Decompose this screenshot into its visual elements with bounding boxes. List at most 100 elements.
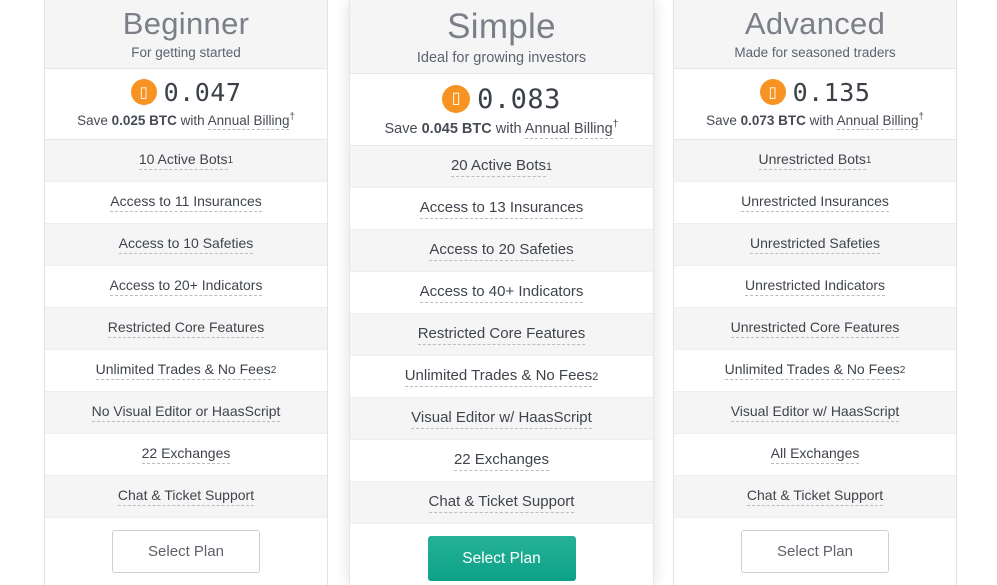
feature-row[interactable]: Unlimited Trades & No Fees 2 (674, 350, 956, 392)
select-plan-button-advanced[interactable]: Select Plan (741, 530, 889, 573)
feature-row[interactable]: Unrestricted Core Features (674, 308, 956, 350)
annual-billing-link[interactable]: Annual Billing (836, 113, 919, 130)
feature-row[interactable]: Unlimited Trades & No Fees 2 (350, 356, 653, 398)
price-block-advanced: ▯ 0.135 Save 0.073 BTC with Annual Billi… (674, 69, 956, 140)
feature-row[interactable]: Unrestricted Insurances (674, 182, 956, 224)
bitcoin-icon: ▯ (130, 79, 157, 105)
price-block-simple: ▯ 0.083 Save 0.045 BTC with Annual Billi… (350, 74, 653, 146)
pricing-table: Beginner For getting started ▯ 0.047 Sav… (0, 0, 997, 585)
feature-label: 20 Active Bots (450, 157, 547, 177)
plan-card-beginner[interactable]: Beginner For getting started ▯ 0.047 Sav… (44, 0, 328, 585)
plan-header-simple: Simple Ideal for growing investors (350, 0, 653, 74)
plan-title: Beginner (122, 6, 250, 41)
save-middle: with (805, 113, 837, 128)
feature-row[interactable]: Chat & Ticket Support (674, 476, 956, 518)
price-line: ▯ 0.083 (350, 85, 653, 113)
dagger-marker: † (612, 119, 619, 131)
feature-label: 10 Active Bots (138, 151, 228, 170)
plan-card-simple[interactable]: Simple Ideal for growing investors ▯ 0.0… (349, 0, 654, 585)
feature-row[interactable]: 20 Active Bots 1 (350, 146, 653, 188)
feature-label: Chat & Ticket Support (428, 493, 575, 513)
feature-label: Unrestricted Bots (758, 151, 866, 170)
save-amount: 0.045 BTC (421, 121, 492, 137)
feature-row[interactable]: Access to 10 Safeties (45, 224, 327, 266)
feature-row[interactable]: Access to 40+ Indicators (350, 272, 653, 314)
dagger-marker: † (289, 111, 295, 123)
feature-row[interactable]: 22 Exchanges (45, 434, 327, 476)
feature-row[interactable]: Restricted Core Features (45, 308, 327, 350)
feature-label: Unrestricted Indicators (744, 277, 886, 296)
feature-row[interactable]: No Visual Editor or HaasScript (45, 392, 327, 434)
price-line: ▯ 0.135 (674, 79, 956, 105)
plan-card-advanced[interactable]: Advanced Made for seasoned traders ▯ 0.1… (673, 0, 957, 585)
feature-row[interactable]: Access to 20 Safeties (350, 230, 653, 272)
feature-row[interactable]: Visual Editor w/ HaasScript (350, 398, 653, 440)
feature-row[interactable]: Visual Editor w/ HaasScript (674, 392, 956, 434)
plan-title: Simple (447, 7, 556, 46)
feature-label: Access to 20+ Indicators (109, 277, 263, 296)
feature-row[interactable]: Unlimited Trades & No Fees 2 (45, 350, 327, 392)
plan-header-advanced: Advanced Made for seasoned traders (674, 0, 956, 69)
annual-billing-note: Save 0.073 BTC with Annual Billing† (674, 111, 956, 130)
price-value: 0.083 (477, 83, 561, 115)
feature-label: Unrestricted Insurances (741, 193, 889, 212)
feature-label: 22 Exchanges (453, 451, 550, 471)
feature-label: Visual Editor w/ HaasScript (411, 409, 592, 429)
feature-label: No Visual Editor or HaasScript (91, 403, 281, 422)
feature-label: Chat & Ticket Support (117, 487, 255, 506)
plan-subtitle: For getting started (131, 45, 241, 60)
feature-label: Unrestricted Safeties (750, 235, 880, 254)
save-amount: 0.025 BTC (111, 113, 177, 128)
feature-label: Access to 13 Insurances (419, 199, 584, 219)
select-plan-button-simple[interactable]: Select Plan (427, 536, 576, 581)
feature-label: Chat & Ticket Support (746, 487, 884, 506)
feature-row[interactable]: 10 Active Bots 1 (45, 140, 327, 182)
price-value: 0.135 (792, 77, 871, 107)
feature-row[interactable]: Access to 11 Insurances (45, 182, 327, 224)
plan-footer-simple: Select Plan (350, 524, 653, 585)
feature-label: All Exchanges (770, 445, 860, 464)
dagger-marker: † (918, 111, 924, 123)
feature-label: 22 Exchanges (141, 445, 231, 464)
plan-subtitle: Made for seasoned traders (734, 45, 896, 60)
bitcoin-icon: ▯ (759, 79, 786, 105)
feature-label: Unlimited Trades & No Fees (95, 361, 271, 380)
save-prefix: Save (706, 113, 741, 128)
feature-label: Access to 10 Safeties (118, 235, 254, 254)
save-amount: 0.073 BTC (740, 113, 806, 128)
feature-row[interactable]: Access to 13 Insurances (350, 188, 653, 230)
plan-subtitle: Ideal for growing investors (416, 50, 587, 66)
plan-footer-beginner: Select Plan (45, 518, 327, 580)
save-middle: with (176, 113, 208, 128)
annual-billing-link[interactable]: Annual Billing (207, 113, 290, 130)
feature-row[interactable]: Chat & Ticket Support (350, 482, 653, 524)
feature-row[interactable]: 22 Exchanges (350, 440, 653, 482)
feature-label: Visual Editor w/ HaasScript (730, 403, 900, 422)
save-prefix: Save (384, 121, 422, 137)
price-block-beginner: ▯ 0.047 Save 0.025 BTC with Annual Billi… (45, 69, 327, 140)
feature-row[interactable]: Restricted Core Features (350, 314, 653, 356)
bitcoin-icon: ▯ (442, 85, 471, 113)
feature-row[interactable]: Access to 20+ Indicators (45, 266, 327, 308)
plan-header-beginner: Beginner For getting started (45, 0, 327, 69)
feature-label: Restricted Core Features (417, 325, 586, 345)
feature-row[interactable]: Chat & Ticket Support (45, 476, 327, 518)
feature-label: Unlimited Trades & No Fees (724, 361, 900, 380)
annual-billing-note: Save 0.045 BTC with Annual Billing† (350, 119, 653, 139)
feature-label: Unrestricted Core Features (730, 319, 900, 338)
plan-title: Advanced (744, 6, 886, 41)
feature-label: Access to 20 Safeties (429, 241, 574, 261)
feature-row[interactable]: All Exchanges (674, 434, 956, 476)
save-middle: with (491, 121, 525, 137)
feature-row[interactable]: Unrestricted Indicators (674, 266, 956, 308)
annual-billing-note: Save 0.025 BTC with Annual Billing† (45, 111, 327, 130)
price-line: ▯ 0.047 (45, 79, 327, 105)
feature-label: Unlimited Trades & No Fees (404, 367, 593, 387)
annual-billing-link[interactable]: Annual Billing (524, 121, 613, 139)
feature-row[interactable]: Unrestricted Safeties (674, 224, 956, 266)
select-plan-button-beginner[interactable]: Select Plan (112, 530, 260, 573)
feature-row[interactable]: Unrestricted Bots 1 (674, 140, 956, 182)
save-prefix: Save (77, 113, 112, 128)
feature-label: Access to 11 Insurances (110, 193, 262, 212)
feature-label: Access to 40+ Indicators (419, 283, 584, 303)
